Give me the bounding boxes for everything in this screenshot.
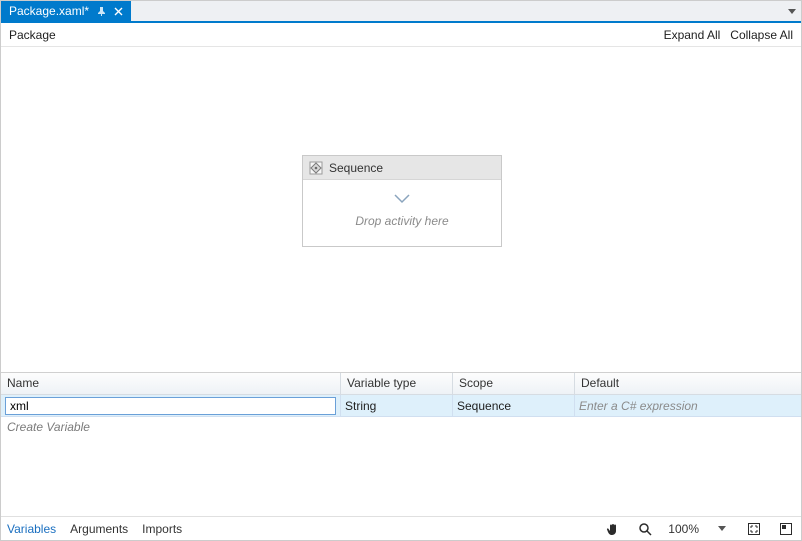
tab-imports[interactable]: Imports <box>142 522 182 536</box>
tab-arguments[interactable]: Arguments <box>70 522 128 536</box>
col-header-type[interactable]: Variable type <box>341 373 453 394</box>
zoom-menu-button[interactable] <box>713 520 731 538</box>
zoom-level[interactable]: 100% <box>668 522 699 536</box>
magnifier-icon <box>638 522 652 536</box>
drop-hint-text: Drop activity here <box>355 214 448 228</box>
sequence-title: Sequence <box>329 161 383 175</box>
chevron-down-icon <box>718 526 726 531</box>
tabrow-spacer <box>131 1 783 21</box>
designer-toolbar: Package Expand All Collapse All <box>1 23 801 47</box>
collapse-all-button[interactable]: Collapse All <box>730 28 793 42</box>
sequence-activity[interactable]: Sequence Drop activity here <box>302 155 502 247</box>
designer-canvas[interactable]: Sequence Drop activity here <box>1 47 801 372</box>
workflow-designer-window: Package.xaml* Package Expand All Collaps… <box>0 0 802 541</box>
variable-scope-cell[interactable]: Sequence <box>453 395 575 417</box>
create-variable-row[interactable]: Create Variable <box>1 417 801 437</box>
variables-panel: Name Variable type Scope Default String … <box>1 372 801 516</box>
overview-button[interactable] <box>777 520 795 538</box>
zoom-button[interactable] <box>636 520 654 538</box>
designer-status-bar: Variables Arguments Imports 100% <box>1 516 801 540</box>
hand-icon <box>606 522 620 536</box>
fit-to-screen-icon <box>747 522 761 536</box>
close-icon[interactable] <box>114 7 123 16</box>
document-tab-title: Package.xaml* <box>9 4 89 18</box>
overview-icon <box>779 522 793 536</box>
document-tab-package[interactable]: Package.xaml* <box>1 1 131 21</box>
variable-row[interactable]: String Sequence Enter a C# expression <box>1 395 801 417</box>
pin-icon[interactable] <box>97 7 106 16</box>
variables-header-row: Name Variable type Scope Default <box>1 373 801 395</box>
tabrow-menu-button[interactable] <box>783 1 801 21</box>
variable-name-cell[interactable] <box>1 395 341 417</box>
fit-to-screen-button[interactable] <box>745 520 763 538</box>
sequence-body[interactable]: Drop activity here <box>303 180 501 246</box>
chevron-down-icon <box>788 9 796 14</box>
col-header-name[interactable]: Name <box>1 373 341 394</box>
drop-indicator-icon <box>394 194 410 204</box>
sequence-icon <box>309 161 323 175</box>
sequence-header[interactable]: Sequence <box>303 156 501 180</box>
breadcrumb-root[interactable]: Package <box>9 28 56 42</box>
variable-name-input[interactable] <box>5 397 336 415</box>
document-tab-row: Package.xaml* <box>1 1 801 23</box>
pan-mode-button[interactable] <box>604 520 622 538</box>
variable-default-cell[interactable]: Enter a C# expression <box>575 395 801 417</box>
variables-empty-area <box>1 437 801 516</box>
tab-variables[interactable]: Variables <box>7 522 56 536</box>
variable-type-cell[interactable]: String <box>341 395 453 417</box>
col-header-scope[interactable]: Scope <box>453 373 575 394</box>
expand-all-button[interactable]: Expand All <box>664 28 721 42</box>
col-header-default[interactable]: Default <box>575 373 801 394</box>
